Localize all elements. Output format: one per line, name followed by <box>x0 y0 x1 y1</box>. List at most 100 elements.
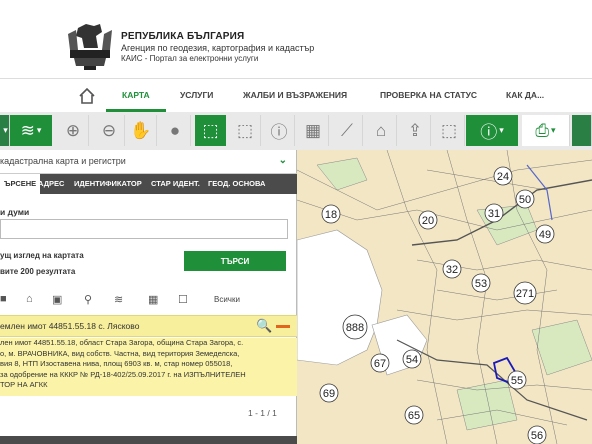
nav-item-complaints[interactable]: ЖАЛБИ И ВЪЗРАЖЕНИЯ <box>243 90 347 100</box>
map-label: 888 <box>346 322 364 334</box>
pan-button[interactable]: ✋ <box>126 115 157 146</box>
checkbox-icon[interactable]: ☐ <box>178 293 188 306</box>
portal-name: КАИС - Портал за електронни услуги <box>121 54 259 63</box>
measure-area-icon: ▦ <box>304 120 322 140</box>
map-label: 55 <box>511 375 523 387</box>
tab-identifier[interactable]: ИДЕНТИФИКАТОР <box>74 179 142 188</box>
country-name: РЕПУБЛИКА БЪЛГАРИЯ <box>121 31 245 42</box>
identify-button[interactable]: ⓘ <box>264 115 295 146</box>
search-button[interactable]: ТЪРСИ <box>184 251 286 271</box>
tab-old-identifier[interactable]: СТАР ИДЕНТ. <box>151 179 200 188</box>
select-rect-button[interactable]: ⬚ <box>230 115 261 146</box>
building-icon[interactable]: ⌂ <box>26 293 33 305</box>
upload-button[interactable]: ⇪ <box>400 115 431 146</box>
print-button[interactable]: ⎙ ▾ <box>522 115 570 146</box>
map-label: 54 <box>406 354 418 366</box>
home-icon[interactable] <box>78 87 96 105</box>
zoom-in-icon: ⊕ <box>65 120 81 140</box>
chevron-down-icon: ▾ <box>36 125 42 135</box>
nav-item-how-to[interactable]: КАК ДА... <box>506 90 544 100</box>
measure-distance-button[interactable]: ⟋ <box>332 115 363 146</box>
zoom-to-icon[interactable]: 🔍 <box>256 318 272 334</box>
grid-icon[interactable]: ▦ <box>148 293 158 306</box>
keywords-input[interactable] <box>0 219 288 239</box>
nav-item-map[interactable]: КАРТА <box>122 90 150 100</box>
layers-icon: ≋ <box>20 120 35 140</box>
print-icon: ⎙ <box>535 120 550 140</box>
pagination: 1 - 1 / 1 <box>248 408 277 418</box>
full-extent-button[interactable]: ● <box>160 115 191 146</box>
map-label: 56 <box>531 430 543 442</box>
result-title-text: емлен имот 44851.55.18 с. Лясково <box>0 321 140 331</box>
nav-item-services[interactable]: УСЛУГИ <box>180 90 213 100</box>
search-tabs: ЪРСЕНЕ АДРЕС ИДЕНТИФИКАТОР СТАР ИДЕНТ. Г… <box>0 174 297 194</box>
nav-item-status-check[interactable]: ПРОВЕРКА НА СТАТУС <box>380 90 477 100</box>
keywords-label: и думи <box>0 207 30 217</box>
site-header: РЕПУБЛИКА БЪЛГАРИЯ Агенция по геодезия, … <box>0 0 592 78</box>
map-label: 24 <box>497 171 509 183</box>
panel-footer <box>0 436 297 444</box>
result-line: лен имот 44851.55.18, област Стара Загор… <box>0 338 244 347</box>
result-line: за одобрение на КККР № РД-18-402/25.09.2… <box>0 369 246 379</box>
apartment-icon[interactable]: ▣ <box>52 293 62 306</box>
zoom-in-button[interactable]: ⊕ <box>58 115 89 146</box>
search-panel: кадастрална карта и регистри ⌄ ЪРСЕНЕ АД… <box>0 150 297 444</box>
tab-address[interactable]: АДРЕС <box>38 179 64 188</box>
layer-info-button[interactable]: ⓘ ▾ <box>466 115 518 146</box>
layers-button[interactable]: ≋ ▾ <box>10 115 52 146</box>
filter-all-label[interactable]: Всички <box>214 295 240 304</box>
map-label: 32 <box>446 264 458 276</box>
toolbar-edge-icon[interactable]: ▾ <box>0 115 10 146</box>
map-toolbar: ▾ ≋ ▾ ⊕ ⊖ ✋ ● ⬚ ⬚ ⓘ ▦ ⟋ ⌂ ⇪ ⬚ ⓘ ▾ ⎙ ▾ <box>0 112 592 151</box>
map-label: 53 <box>475 278 487 290</box>
tab-search[interactable]: ЪРСЕНЕ <box>0 174 41 194</box>
map-label: 65 <box>408 410 420 422</box>
zoom-out-button[interactable]: ⊖ <box>94 115 125 146</box>
map-label: 69 <box>323 388 335 400</box>
result-item-details: лен имот 44851.55.18, област Стара Загор… <box>0 338 297 396</box>
measure-area-button[interactable]: ▦ <box>298 115 329 146</box>
map-label: 271 <box>516 288 534 300</box>
map-canvas[interactable]: 24 18 20 31 50 49 32 53 271 888 54 67 55 <box>297 150 592 444</box>
location-pin-icon[interactable]: ⚲ <box>84 293 92 306</box>
layers-icon[interactable]: ≋ <box>114 293 123 306</box>
polygon-icon: ⌂ <box>375 120 387 140</box>
ruler-icon: ⟋ <box>341 120 353 140</box>
toolbar-right-edge[interactable] <box>572 115 592 146</box>
result-item-title[interactable]: емлен имот 44851.55.18 с. Лясково 🔍 <box>0 315 297 337</box>
upload-icon: ⇪ <box>407 120 423 140</box>
draw-polygon-button[interactable]: ⌂ <box>366 115 397 146</box>
collapse-icon[interactable] <box>276 325 290 328</box>
map-label: 50 <box>519 194 531 206</box>
result-filters: ■ ⌂ ▣ ⚲ ≋ ▦ ☐ Всички <box>0 290 297 308</box>
map-label: 49 <box>539 229 551 241</box>
select-dashed-icon: ⬚ <box>440 120 458 140</box>
chevron-down-icon: ▾ <box>551 125 556 135</box>
info-icon: ⓘ <box>270 123 288 142</box>
agency-title: РЕПУБЛИКА БЪЛГАРИЯ Агенция по геодезия, … <box>121 31 314 63</box>
map-label: 18 <box>325 209 337 221</box>
current-view-label: ущ изглед на картата <box>0 251 84 260</box>
layer-select[interactable]: кадастрална карта и регистри ⌄ <box>0 150 297 174</box>
select-rect-icon: ⬚ <box>202 120 219 140</box>
result-line: вия 8, НТП Изоставена нива, площ 6903 кв… <box>0 359 233 368</box>
select-dashed-button[interactable]: ⬚ <box>434 115 465 146</box>
map-label: 67 <box>374 358 386 370</box>
pan-hand-icon: ✋ <box>130 120 152 140</box>
tab-geodetic-base[interactable]: ГЕОД. ОСНОВА <box>208 179 265 188</box>
zoom-out-icon: ⊖ <box>101 120 117 140</box>
select-rect-icon: ⬚ <box>236 120 254 140</box>
main-navigation: КАРТА УСЛУГИ ЖАЛБИ И ВЪЗРАЖЕНИЯ ПРОВЕРКА… <box>0 78 592 113</box>
select-by-rect-button[interactable]: ⬚ <box>195 115 226 146</box>
result-line: о, м. ВРАЧОВНИКА, вид собств. Частна, ви… <box>0 348 240 358</box>
map-label: 20 <box>422 215 434 227</box>
cadastral-map[interactable]: 24 18 20 31 50 49 32 53 271 888 54 67 55 <box>297 150 592 444</box>
layer-info-icon: ⓘ <box>480 123 498 142</box>
chevron-down-icon: ▾ <box>499 125 504 135</box>
chevron-down-icon: ⌄ <box>278 155 287 166</box>
coat-of-arms-logo <box>68 24 112 70</box>
agency-name: Агенция по геодезия, картография и кадас… <box>121 43 315 53</box>
result-line: ТОР НА АГКК <box>0 380 48 389</box>
filter-square-icon[interactable]: ■ <box>0 293 7 305</box>
results-limit-label: вите 200 резултата <box>0 267 76 276</box>
